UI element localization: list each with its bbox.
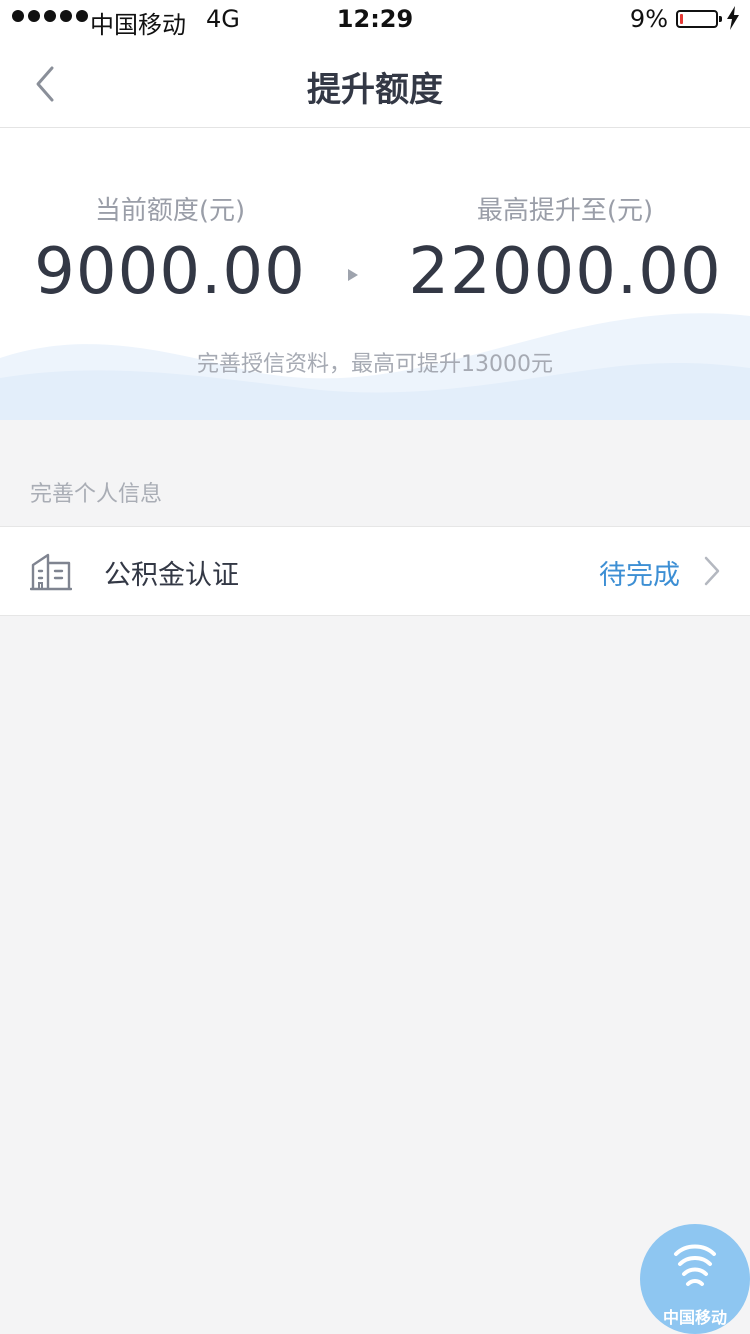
list-item-label: 公积金认证 [104, 560, 239, 591]
arrow-right-icon [348, 269, 358, 281]
status-text: 待完成 [599, 560, 680, 591]
battery-level [680, 14, 683, 24]
carrier-badge-label: 中国移动 [662, 1308, 727, 1327]
max-limit-value: 22000.00 [408, 235, 722, 309]
nav-bar: 提升额度 [0, 40, 750, 128]
battery-icon [676, 10, 722, 28]
current-limit: 当前额度(元) 9000.00 [20, 190, 320, 309]
limit-hint: 完善授信资料，最高可提升13000元 [197, 352, 553, 377]
section-title: 完善个人信息 [30, 482, 163, 507]
current-limit-value: 9000.00 [34, 235, 306, 309]
carrier-floating-button[interactable]: 中国移动 [640, 1224, 750, 1334]
status-bar: 中国移动 4G 12:29 9% [0, 0, 750, 40]
limit-summary: 当前额度(元) 9000.00 最高提升至(元) 22000.00 完善授信资料… [0, 128, 750, 420]
current-limit-label: 当前额度(元) [94, 196, 246, 226]
max-limit-label: 最高提升至(元) [476, 196, 654, 226]
lightning-icon [726, 6, 740, 36]
china-mobile-logo-icon [674, 1244, 716, 1286]
page-title: 提升额度 [307, 70, 443, 110]
list-item-housing-fund[interactable]: 公积金认证 待完成 [0, 526, 750, 616]
building-icon [30, 553, 72, 591]
chevron-right-icon [704, 556, 720, 586]
max-limit: 最高提升至(元) 22000.00 [400, 190, 730, 309]
battery-percent: 9% [629, 5, 668, 33]
